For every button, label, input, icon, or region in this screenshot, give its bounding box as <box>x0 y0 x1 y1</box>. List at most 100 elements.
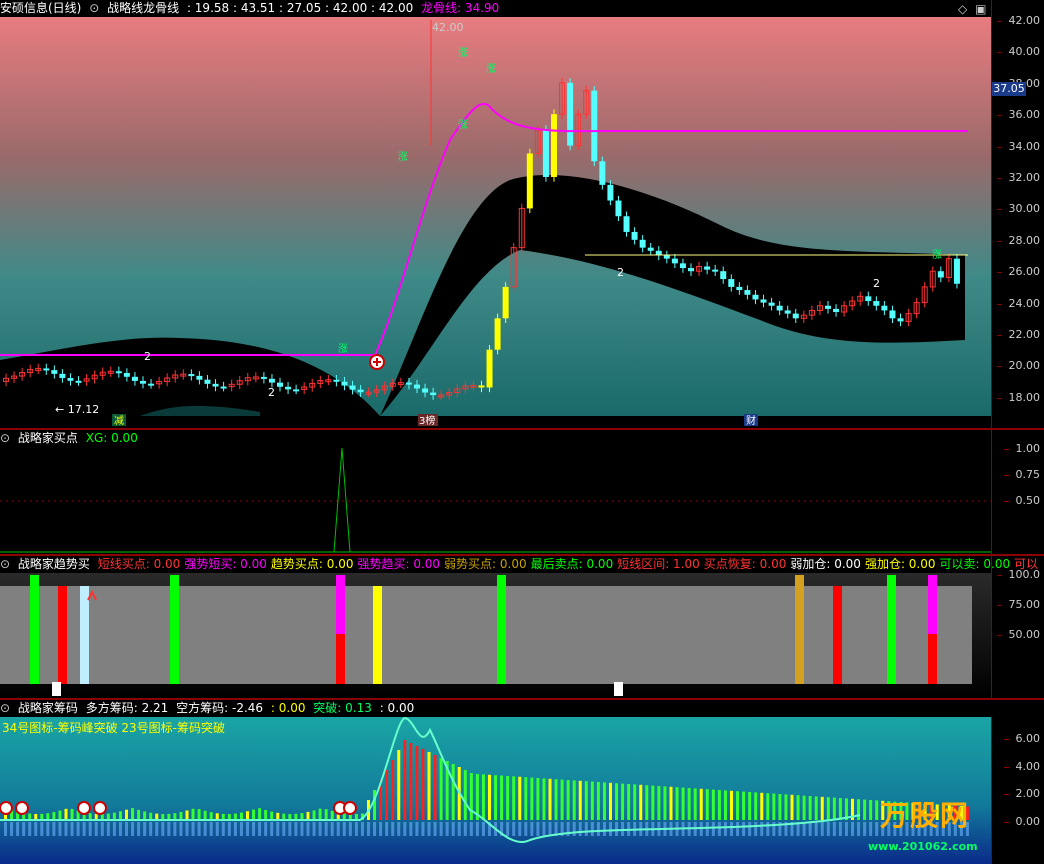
candle[interactable] <box>542 125 549 182</box>
chart-label: 3榜 <box>419 414 435 427</box>
chip-bar <box>669 786 673 820</box>
chip-bar <box>427 752 431 820</box>
candle[interactable] <box>599 156 606 190</box>
main-chart-panel[interactable]: 42.00 ← 17.12 减 3榜财 2 2 2 2 涨涨涨涨涨涨 安硕信息(日线) ⊙ 战略… <box>0 0 1044 428</box>
chip-bar <box>609 782 612 820</box>
chip-bar <box>578 780 582 820</box>
candle[interactable] <box>494 313 501 355</box>
chip-bar <box>778 794 782 820</box>
chip-bar <box>300 813 304 820</box>
candle[interactable] <box>591 85 598 167</box>
chip-bar <box>772 793 776 820</box>
candle[interactable] <box>502 282 509 324</box>
chip-bar <box>657 786 661 820</box>
collapse-icon[interactable]: ⊙ <box>89 1 99 15</box>
chip-bar <box>439 758 443 820</box>
chip-bar <box>869 800 873 820</box>
buy-header: ⊙ 战略家买点 XG: 0.00 <box>0 430 142 447</box>
chip-break-icon[interactable] <box>77 801 91 815</box>
trend-title[interactable]: 战略家趋势买 <box>18 557 90 571</box>
price-chart[interactable]: 42.00← 17.12减 3榜 财2222涨涨涨涨涨涨 <box>0 0 1044 428</box>
chips-panel[interactable]: ⊙ 战略家筹码 多方筹码: 2.21 空方筹码: -2.46 : 0.00 突破… <box>0 700 1044 864</box>
trend-signal-bar <box>833 586 842 684</box>
axis-tick: 36.00 <box>996 108 1040 122</box>
chip-bar <box>602 782 606 820</box>
chip-bar <box>536 778 540 820</box>
chart-label: 财 <box>746 414 756 427</box>
indicator-name[interactable]: 战略线龙骨线 <box>107 1 179 15</box>
expand-icon[interactable]: ▣ <box>975 2 986 16</box>
chip-break-icon[interactable] <box>343 801 357 815</box>
axis-tick: 6.00 <box>1003 732 1040 745</box>
chip-bar <box>137 809 141 820</box>
collapse-icon[interactable]: ⊙ <box>0 431 10 445</box>
chip-bar <box>403 740 407 820</box>
white-marker <box>614 682 623 696</box>
chip-bar <box>554 779 558 820</box>
chip-bar <box>820 796 824 820</box>
candle[interactable] <box>486 344 493 393</box>
buy-point-panel[interactable]: ⊙ 战略家买点 XG: 0.00 1.00 0.75 0.50 <box>0 430 1044 554</box>
chip-bar <box>397 750 401 820</box>
chip-break-icon[interactable] <box>15 801 29 815</box>
chip-bar <box>276 812 280 820</box>
chip-bar <box>838 798 842 820</box>
chip-bar <box>784 794 788 820</box>
chip-bar <box>64 808 68 820</box>
collapse-icon[interactable]: ⊙ <box>0 701 10 715</box>
long-chips-label: 多方筹码: 2.21 <box>85 701 169 715</box>
chart-label: 2 <box>144 350 151 363</box>
chip-bar <box>385 770 389 820</box>
candle[interactable] <box>567 78 574 151</box>
axis-tick: 20.00 <box>996 359 1040 373</box>
current-price-tag: 37.05 <box>992 82 1026 96</box>
stock-name[interactable]: 安硕信息(日线) <box>0 1 81 15</box>
chip-break-icon[interactable] <box>93 801 107 815</box>
xg-label: XG: 0.00 <box>85 431 138 445</box>
buy-title[interactable]: 战略家买点 <box>18 431 78 445</box>
trend-header: ⊙ 战略家趋势买 短线买点: 0.00 强势短买: 0.00 趋势买点: 0.00 强… <box>0 556 1042 573</box>
chip-bar <box>125 809 128 820</box>
chip-bar <box>542 778 546 820</box>
chip-bar <box>451 764 455 820</box>
candle[interactable] <box>551 109 557 182</box>
chip-bar <box>730 790 733 820</box>
chip-bar <box>802 795 806 820</box>
chip-bar <box>760 792 764 820</box>
watermark-brand: 万股网 <box>880 799 971 832</box>
chip-bar <box>687 788 691 820</box>
chip-bar <box>469 773 473 820</box>
chip-bar <box>58 810 62 820</box>
trend-signal-bar <box>58 586 67 684</box>
axis-tick: 42.00 <box>996 14 1040 27</box>
chip-bar <box>330 810 334 820</box>
trend-axis: 100.0 75.00 50.00 <box>991 556 1044 698</box>
chip-bar <box>596 782 600 820</box>
white-marker <box>52 682 61 696</box>
chip-bar <box>191 808 195 820</box>
chip-bar <box>312 810 316 820</box>
watermark-site: www.201062.com <box>868 840 978 853</box>
chip-bar <box>875 800 879 820</box>
chip-bar <box>118 811 122 820</box>
collapse-icon[interactable]: ⊙ <box>0 557 10 571</box>
candle[interactable] <box>526 148 533 214</box>
chip-bar <box>246 811 249 820</box>
chip-bar <box>463 770 467 820</box>
diamond-icon[interactable]: ◇ <box>958 2 967 16</box>
axis-tick: 0.00 <box>1003 815 1040 828</box>
chip-bar <box>70 808 74 820</box>
chip-bar <box>409 743 413 820</box>
trend-panel[interactable]: ⊙ 战略家趋势买 短线买点: 0.00 强势短买: 0.00 趋势买点: 0.00 强… <box>0 556 1044 698</box>
chip-bar <box>179 811 183 820</box>
trend-signal-bar <box>336 575 345 634</box>
chip-bar <box>391 760 395 820</box>
chip-bar <box>796 795 800 820</box>
indicator-values: : 19.58 : 43.51 : 27.05 : 42.00 : 42.00 <box>186 1 414 15</box>
chip-bar <box>826 797 830 820</box>
chip-bar <box>832 797 836 820</box>
chips-title[interactable]: 战略家筹码 <box>18 701 78 715</box>
candle[interactable] <box>953 253 960 289</box>
chip-bar <box>131 808 135 820</box>
chip-break-icon[interactable] <box>0 801 13 815</box>
